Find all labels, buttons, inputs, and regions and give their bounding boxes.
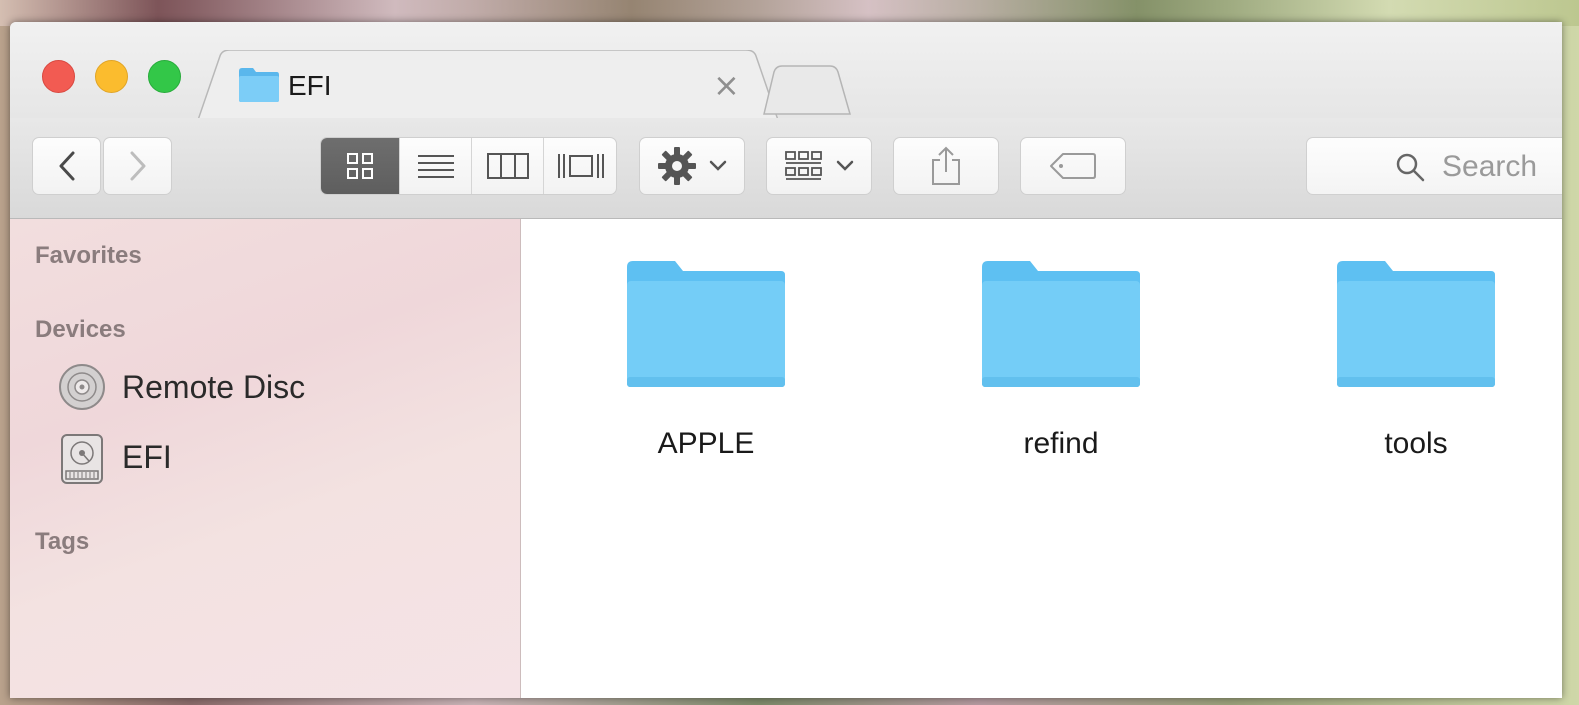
icon-view-button[interactable]	[321, 138, 400, 194]
zoom-window-button[interactable]	[148, 60, 181, 93]
folder-name: APPLE	[657, 427, 755, 460]
share-button[interactable]	[893, 137, 999, 195]
arrange-grid-icon	[785, 151, 822, 180]
gear-icon	[658, 147, 696, 185]
finder-window: EFI × Search Favorites Devices Remote Di…	[10, 22, 1562, 698]
close-window-button[interactable]	[42, 60, 75, 93]
action-menu-button[interactable]	[639, 137, 745, 195]
folder-name: tools	[1384, 427, 1448, 460]
close-tab-icon[interactable]: ×	[713, 66, 740, 104]
sidebar-section-tags[interactable]: Tags	[35, 528, 89, 556]
sidebar-section-devices[interactable]: Devices	[35, 316, 126, 344]
sidebar-item-label: Remote Disc	[122, 369, 306, 405]
cover-flow-icon	[558, 154, 604, 178]
sidebar-item-efi[interactable]: EFI	[58, 431, 498, 487]
folder-name: refind	[1023, 427, 1099, 460]
tab-title: EFI	[288, 70, 332, 101]
chevron-down-icon	[836, 160, 854, 171]
chevron-down-icon	[709, 160, 727, 171]
folder-item-apple[interactable]: APPLE	[606, 259, 806, 479]
sidebar-item-label: EFI	[122, 439, 172, 475]
new-tab-button[interactable]	[760, 62, 856, 118]
minimize-window-button[interactable]	[95, 60, 128, 93]
folder-icon	[982, 261, 1140, 387]
toolbar: Search	[10, 118, 1562, 219]
folder-icon	[239, 68, 279, 102]
search-placeholder: Search	[1442, 150, 1538, 183]
view-mode-selector	[320, 137, 617, 195]
folder-item-refind[interactable]: refind	[961, 259, 1161, 479]
share-icon	[932, 146, 960, 185]
search-field[interactable]: Search	[1306, 137, 1562, 195]
sidebar: Favorites Devices Remote Disc EFI Tags	[10, 219, 521, 698]
chevron-left-icon	[59, 151, 74, 181]
tab-efi[interactable]: EFI ×	[198, 50, 778, 120]
folder-icon	[1337, 261, 1495, 387]
tab-bar: EFI ×	[10, 22, 1562, 120]
list-lines-icon	[417, 155, 454, 178]
back-button[interactable]	[32, 137, 101, 195]
arrange-menu-button[interactable]	[766, 137, 872, 195]
sidebar-item-remote-disc[interactable]: Remote Disc	[58, 361, 498, 417]
forward-button[interactable]	[103, 137, 172, 195]
list-view-button[interactable]	[400, 138, 472, 194]
sidebar-section-favorites[interactable]: Favorites	[35, 242, 142, 270]
cover-flow-view-button[interactable]	[544, 138, 616, 194]
columns-icon	[486, 153, 529, 179]
file-browser-content: APPLE refind tools	[521, 219, 1562, 698]
tag-button[interactable]	[1020, 137, 1126, 195]
column-view-button[interactable]	[472, 138, 544, 194]
search-icon	[1396, 153, 1425, 182]
icon-grid-icon	[347, 153, 373, 179]
chevron-right-icon	[130, 151, 145, 181]
folder-item-tools[interactable]: tools	[1316, 259, 1516, 479]
remote-disc-icon	[59, 364, 105, 410]
tag-icon	[1050, 153, 1096, 179]
folder-icon	[627, 261, 785, 387]
hard-drive-icon	[61, 434, 103, 484]
